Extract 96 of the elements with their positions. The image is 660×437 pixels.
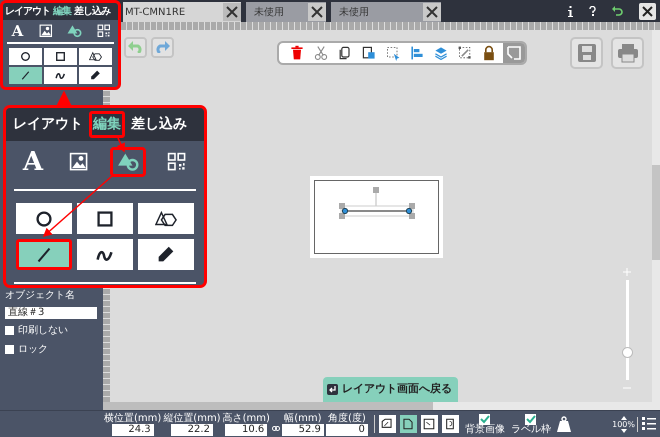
line-tool[interactable] (16, 239, 72, 270)
checkbox-label: ロック (18, 343, 48, 357)
number-field[interactable]: 22.2 (170, 424, 213, 436)
checkbox-icon (525, 414, 536, 424)
print-icon[interactable] (616, 43, 638, 63)
mode-tab[interactable]: 差し込み (74, 4, 110, 19)
zoom-up-icon[interactable] (620, 416, 627, 420)
mode-tab[interactable]: レイアウト (5, 4, 50, 19)
text-tool[interactable]: A (18, 147, 48, 177)
align-icon (409, 45, 425, 61)
polygon-tool[interactable] (138, 203, 194, 234)
placement-icon (401, 416, 416, 431)
mode-tab[interactable]: 編集 (89, 111, 125, 138)
zoom-down-icon[interactable] (620, 428, 627, 432)
circle-tool[interactable] (9, 48, 42, 65)
checkbox[interactable] (525, 414, 536, 424)
placement-button[interactable] (442, 415, 459, 433)
placement-button[interactable] (400, 415, 417, 433)
label-preview[interactable] (310, 176, 443, 258)
image-icon (69, 152, 89, 172)
close-tab-button[interactable] (308, 3, 326, 21)
delete-icon (289, 45, 305, 61)
close-tab-button[interactable] (423, 3, 441, 21)
pencil-tool[interactable] (138, 239, 194, 270)
link-icon[interactable] (272, 426, 280, 432)
text-tool[interactable]: A (9, 22, 26, 40)
checkbox-label: 印刷しない (18, 324, 68, 338)
placement-button[interactable] (420, 415, 438, 433)
polygon-tool[interactable] (79, 48, 112, 65)
number-field[interactable]: 52.9 (282, 424, 324, 436)
selected-line-drawing[interactable] (339, 187, 415, 219)
horizontal-scrollbar[interactable] (103, 402, 660, 410)
object-name-label: オブジェクト名 (5, 288, 76, 303)
cut-icon (313, 45, 329, 61)
undo-arrow-icon[interactable] (612, 6, 623, 16)
pencil-tool[interactable] (79, 67, 112, 84)
lock-icon (481, 45, 497, 61)
layers-icon (433, 45, 449, 61)
number-field[interactable]: 10.6 (225, 424, 268, 436)
menu-icon[interactable] (642, 417, 656, 430)
number-field[interactable]: 24.3 (112, 424, 154, 436)
help-icon[interactable] (589, 6, 596, 16)
field-label: 角度(度) (328, 412, 366, 424)
shape-tool[interactable] (110, 147, 146, 177)
mode-tab[interactable]: 差し込み (127, 111, 191, 138)
shapes-icon (67, 24, 82, 38)
circle-tool[interactable] (16, 203, 72, 234)
info-icon[interactable] (568, 6, 573, 16)
weight-icon[interactable] (556, 416, 571, 432)
square-tool[interactable] (77, 203, 133, 234)
back-to-layout-button[interactable]: レイアウト画面へ戻る (323, 377, 458, 402)
triangle-hexagon-icon (89, 50, 102, 63)
zoom-slider-thumb[interactable] (622, 347, 632, 358)
line-icon (19, 69, 32, 82)
close-tab-button[interactable] (223, 3, 241, 21)
document-tab[interactable]: 未使用 (246, 2, 326, 22)
pencil-icon (89, 69, 102, 82)
placement-icon (380, 416, 394, 431)
transform-icon (457, 45, 473, 61)
return-icon (327, 384, 338, 395)
placement-button[interactable] (378, 415, 396, 433)
curve-tool[interactable] (77, 239, 133, 270)
field-label: 横位置(mm) (104, 412, 162, 424)
zoom-percent: 100% (612, 420, 635, 428)
image-tool[interactable] (38, 22, 55, 40)
placement-icon (422, 416, 436, 431)
document-tab[interactable]: MT-CMN1RE (123, 2, 241, 22)
close-button[interactable] (639, 2, 656, 20)
square-tool[interactable] (44, 48, 77, 65)
qr-code-tool[interactable] (94, 22, 112, 40)
field-label: 高さ(mm) (222, 412, 270, 424)
shape-tool[interactable] (66, 22, 84, 40)
qr-code-icon (96, 24, 110, 38)
save-button[interactable] (570, 37, 603, 69)
checkbox[interactable] (479, 414, 490, 424)
vertical-scrollbar[interactable] (652, 30, 660, 402)
field-label: 縦位置(mm) (163, 412, 221, 424)
print-button[interactable] (611, 37, 644, 69)
circle-icon (19, 50, 32, 63)
document-tab[interactable]: 未使用 (331, 2, 441, 22)
object-name-field[interactable]: 直線＃3 (5, 307, 97, 319)
checkbox-label: ラベル枠 (510, 424, 551, 434)
image-icon (39, 24, 53, 38)
mode-tab[interactable]: 編集 (53, 4, 71, 19)
paste-icon (361, 45, 377, 61)
qr-code-icon (167, 152, 187, 172)
annotation-arrow (116, 138, 125, 152)
annotation-arrow (42, 175, 112, 237)
curve-tool[interactable] (44, 67, 77, 84)
select-icon (385, 45, 401, 61)
field-label: 幅(mm) (284, 412, 322, 424)
number-field[interactable]: 0 (326, 424, 368, 436)
checkbox-icon (479, 414, 490, 424)
save-icon[interactable] (576, 43, 596, 63)
mode-tab[interactable]: レイアウト (9, 111, 87, 138)
square-icon (54, 50, 67, 63)
